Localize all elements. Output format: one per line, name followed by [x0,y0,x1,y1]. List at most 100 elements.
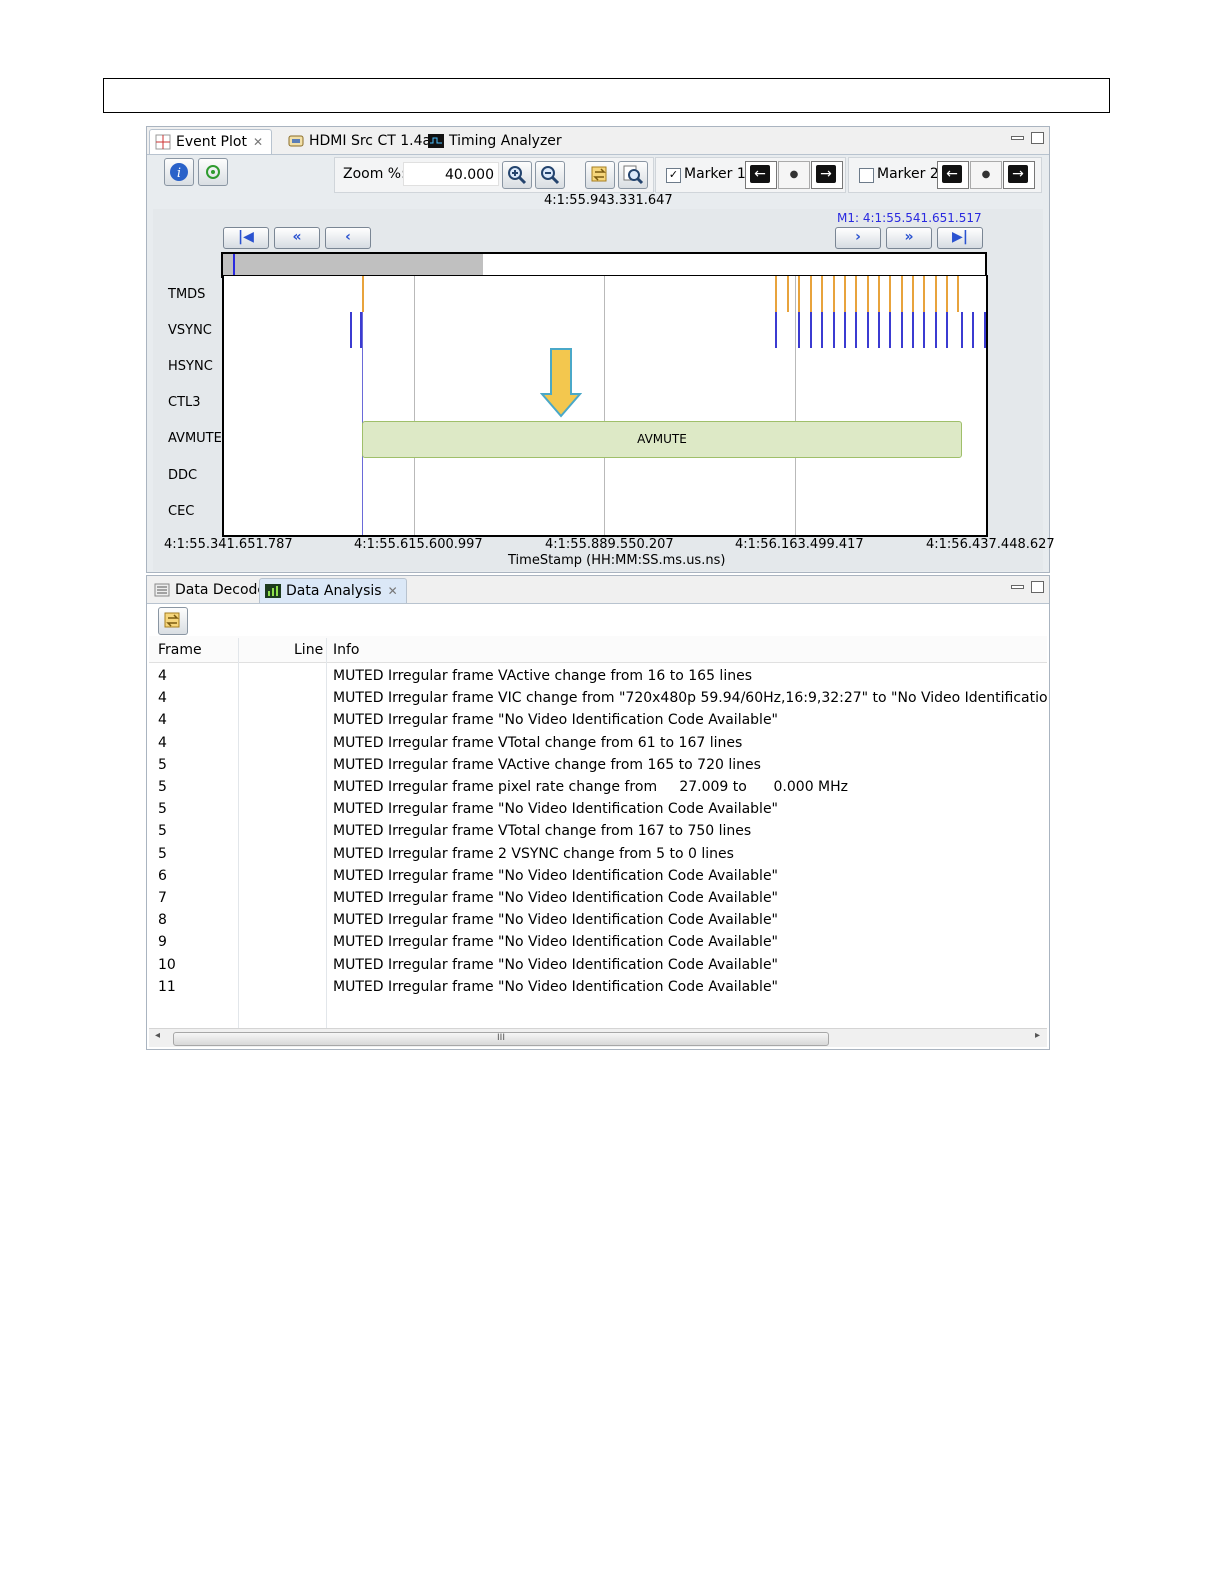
marker2-label: Marker 2 [877,166,939,182]
zoom-out-button[interactable] [535,161,565,189]
target-icon [206,165,220,179]
scroll-left-icon[interactable]: ◂ [155,1030,160,1041]
column-header-frame[interactable]: Frame [158,642,202,658]
sync-button[interactable] [158,607,188,635]
vsync-event-mark [946,312,948,348]
zoom-input[interactable]: 40.000 [403,162,499,186]
marker1-center-button[interactable]: ● [778,161,810,189]
info-cell: MUTED Irregular frame "No Video Identifi… [333,801,778,818]
info-cell: MUTED Irregular frame "No Video Identifi… [333,867,778,884]
marker1-line [362,276,363,535]
marker1-prev-button[interactable]: ← [745,161,777,189]
table-row[interactable]: 4 MUTED Irregular frame "No Video Identif… [147,709,1047,731]
frame-cell: 8 [158,912,167,929]
go-last-button[interactable]: ▶| [937,227,983,249]
frame-cell: 5 [158,779,167,795]
minimize-icon[interactable] [1011,136,1024,140]
vsync-event-mark [878,312,880,348]
table-row[interactable]: 9 MUTED Irregular frame "No Video Identif… [147,931,1047,953]
zoom-in-button[interactable] [502,161,532,189]
maximize-icon[interactable] [1031,581,1044,593]
tab-data-decode[interactable]: Data Decode [149,578,274,602]
table-row[interactable]: 8 MUTED Irregular frame "No Video Identif… [147,909,1047,931]
marker2-center-button[interactable]: ● [970,161,1002,189]
time-tick: 4:1:56.437.448.627 [926,537,1055,552]
table-row[interactable]: 4 MUTED Irregular frame VActive change fr… [147,665,1047,687]
vsync-event-mark [821,312,823,348]
frame-cell: 5 [158,756,167,773]
table-row[interactable]: 6 MUTED Irregular frame "No Video Identif… [147,865,1047,887]
tab-label: HDMI Src CT 1.4a [309,133,432,149]
avmute-bar[interactable]: AVMUTE [362,421,962,458]
tab-label: Data Analysis [286,583,382,599]
table-row[interactable]: 5 MUTED Irregular frame VActive change fr… [147,754,1047,776]
maximize-icon[interactable] [1031,132,1044,144]
table-row[interactable]: 5 MUTED Irregular frame 2 VSYNC change fr… [147,843,1047,865]
tmds-event-mark [923,276,925,312]
close-icon[interactable]: ✕ [253,135,263,149]
vsync-event-mark [350,312,352,348]
column-header-info[interactable]: Info [333,642,360,658]
table-row[interactable]: 10 MUTED Irregular frame "No Video Identi… [147,954,1047,976]
event-plot-view: Event Plot ✕ HDMI Src CT 1.4a Timing Anal… [146,126,1055,573]
vsync-event-mark [961,312,963,348]
frame-cell: 4 [158,712,167,729]
sync-button[interactable] [585,161,615,189]
dot-icon: ● [981,169,991,180]
scroll-right-icon[interactable]: ▸ [1035,1030,1040,1041]
column-header-line[interactable]: Line [294,642,323,658]
tmds-event-mark [912,276,914,312]
tab-hdmi-src[interactable]: HDMI Src CT 1.4a [283,129,439,153]
info-button[interactable]: i [164,158,194,186]
tmds-event-mark [798,276,800,312]
frame-cell: 4 [158,668,167,684]
zoom-fit-icon [623,165,644,185]
marker2-prev-button[interactable]: ← [937,161,969,189]
target-button[interactable] [198,158,228,186]
tab-event-plot[interactable]: Event Plot ✕ [149,129,273,154]
timing-icon [428,134,444,148]
table-row[interactable]: 4 MUTED Irregular frame VTotal change fro… [147,732,1047,754]
frame-cell: 11 [158,978,176,995]
vsync-event-mark [798,312,800,348]
tab-timing-analyzer[interactable]: Timing Analyzer [423,129,570,153]
close-icon[interactable]: ✕ [388,584,398,598]
table-row[interactable]: 5 MUTED Irregular frame VTotal change fro… [147,820,1047,842]
table-row[interactable]: 7 MUTED Irregular frame "No Video Identif… [147,887,1047,909]
scrollbar-thumb[interactable]: III [173,1032,829,1046]
step-back-button[interactable]: ‹ [325,227,371,249]
tab-data-analysis[interactable]: Data Analysis ✕ [259,578,407,603]
table-row[interactable]: 11 MUTED Irregular frame "No Video Identi… [147,976,1047,998]
page-forward-button[interactable]: » [886,227,932,249]
skip-last-icon: ▶| [952,229,968,245]
marker1-next-button[interactable]: → [811,161,843,189]
arrow-left-icon: ← [942,165,962,183]
marker1-checkbox[interactable]: ✓ [666,168,681,183]
tmds-event-mark [787,276,789,312]
marker2-checkbox[interactable] [859,168,874,183]
zoom-fit-button[interactable] [618,161,648,189]
step-forward-button[interactable]: › [835,227,881,249]
marker2-next-button[interactable]: → [1003,161,1035,189]
grid-line [414,276,415,535]
tmds-event-mark [810,276,812,312]
signal-label-ctl3: CTL3 [168,395,201,410]
frame-cell: 9 [158,934,167,951]
table-row[interactable]: 4 MUTED Irregular frame VIC change from "… [147,687,1047,709]
tab-label: Timing Analyzer [449,133,562,149]
grid-line [795,276,796,535]
page-header-frame [103,78,1110,113]
signal-label-vsync: VSYNC [168,323,212,338]
vsync-event-mark [901,312,903,348]
tmds-event-mark [878,276,880,312]
overview-window[interactable] [223,254,483,276]
go-first-button[interactable]: |◀ [223,227,269,249]
zoom-label: Zoom %: [343,166,406,182]
minimize-icon[interactable] [1011,585,1024,589]
table-row[interactable]: 5 MUTED Irregular frame "No Video Identif… [147,798,1047,820]
info-cell: MUTED Irregular frame "No Video Identifi… [333,978,778,995]
table-row[interactable]: 5 MUTED Irregular frame pixel rate change… [147,776,1047,798]
page-back-button[interactable]: « [274,227,320,249]
timing-plot[interactable]: AVMUTE [222,275,988,537]
horizontal-scrollbar[interactable]: ◂ III ▸ [149,1028,1047,1047]
